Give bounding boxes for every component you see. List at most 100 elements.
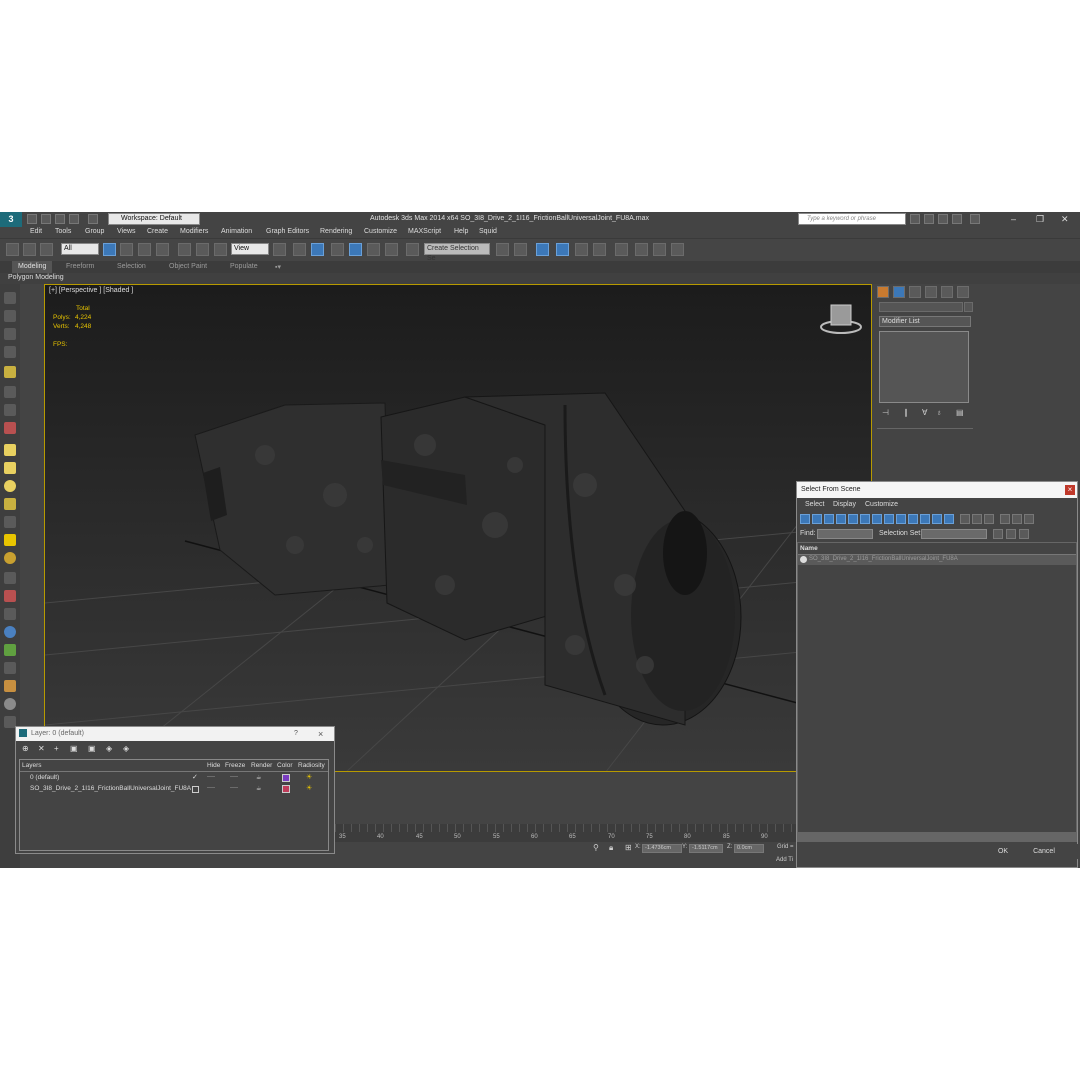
display-bones-icon[interactable] (896, 514, 906, 524)
display-tab-icon[interactable] (941, 286, 953, 298)
menu-squid[interactable]: Squid (479, 228, 497, 235)
x-coordinate-field[interactable]: -1.4736cm (642, 844, 682, 853)
left-tool-icon[interactable] (4, 698, 16, 710)
menu-graph-editors[interactable]: Graph Editors (266, 228, 309, 235)
new-file-icon[interactable] (27, 214, 37, 224)
table-row[interactable]: SO_3I8_Drive_2_1I16_FrictionBallUniversa… (20, 784, 328, 794)
tab-object-paint[interactable]: Object Paint (169, 263, 207, 270)
polygon-modeling-label[interactable]: Polygon Modeling (8, 274, 64, 281)
highlight-layer-icon[interactable]: ▣ (88, 744, 96, 753)
display-xrefs-icon[interactable] (884, 514, 894, 524)
z-coordinate-field[interactable]: 0.0cm (734, 844, 764, 853)
display-frozen-icon[interactable] (920, 514, 930, 524)
viewport-label[interactable]: [+] [Perspective ] [Shaded ] (49, 287, 133, 294)
align-icon[interactable] (514, 243, 527, 256)
render-teapot-icon[interactable]: ☕︎ (256, 774, 261, 781)
bind-space-warp-icon[interactable] (40, 243, 53, 256)
rect-selection-icon[interactable] (138, 243, 151, 256)
menu-customize[interactable]: Customize (865, 501, 898, 508)
add-to-layer-icon[interactable]: + (54, 744, 59, 753)
left-tool-icon[interactable] (4, 572, 16, 584)
tree-icon[interactable] (4, 644, 16, 656)
schematic-view-icon[interactable] (593, 243, 606, 256)
display-all-icon[interactable] (944, 514, 954, 524)
menu-select[interactable]: Select (805, 501, 824, 508)
app-logo-icon[interactable]: 3 (0, 212, 22, 227)
ribbon-options-icon[interactable]: ▪▾ (275, 263, 281, 271)
display-helpers-icon[interactable] (848, 514, 858, 524)
lock-icon[interactable]: 🔒︎ (609, 843, 613, 853)
render-setup-icon[interactable] (635, 243, 648, 256)
material-editor-icon[interactable] (615, 243, 628, 256)
angle-snap-icon[interactable] (349, 243, 362, 256)
light-icon[interactable] (4, 366, 16, 378)
move-icon[interactable] (178, 243, 191, 256)
create-tab-icon[interactable] (877, 286, 889, 298)
redo-icon[interactable] (88, 214, 98, 224)
radiosity-icon[interactable]: ☀ (306, 773, 312, 781)
left-tool-icon[interactable] (4, 346, 16, 358)
make-unique-icon[interactable]: ∀ (922, 408, 927, 417)
left-tool-icon[interactable] (4, 310, 16, 322)
sync-selection-icon[interactable] (1024, 514, 1034, 524)
sun-icon[interactable] (4, 534, 16, 546)
left-tool-icon[interactable] (4, 462, 16, 474)
left-tool-icon[interactable] (4, 608, 16, 620)
add-to-selection-set-icon[interactable] (1006, 529, 1016, 539)
select-none-icon[interactable] (972, 514, 982, 524)
current-layer-checkbox[interactable] (192, 786, 199, 793)
modify-tab-icon[interactable] (893, 286, 905, 298)
timeline[interactable]: 35 40 45 50 55 60 65 70 75 80 85 90 (335, 824, 797, 842)
left-tool-icon[interactable] (4, 498, 16, 510)
menu-tools[interactable]: Tools (55, 228, 71, 235)
close-icon[interactable]: × (1065, 485, 1075, 495)
menu-help[interactable]: Help (454, 228, 468, 235)
close-icon[interactable]: ✕ (1061, 214, 1069, 225)
help-icon[interactable]: ? (294, 727, 298, 741)
menu-create[interactable]: Create (147, 228, 168, 235)
column-freeze[interactable]: Freeze (225, 762, 245, 769)
pivot-center-icon[interactable] (273, 243, 286, 256)
left-tool-icon[interactable] (4, 328, 16, 340)
y-coordinate-field[interactable]: -1.5117cm (689, 844, 723, 853)
left-tool-icon[interactable] (4, 590, 16, 602)
select-objects-icon[interactable]: ▣ (70, 744, 78, 753)
left-tool-icon[interactable] (4, 552, 16, 564)
unlink-icon[interactable] (23, 243, 36, 256)
configure-sets-icon[interactable]: ▤ (956, 408, 964, 417)
menu-modifiers[interactable]: Modifiers (180, 228, 208, 235)
utilities-tab-icon[interactable] (957, 286, 969, 298)
menu-edit[interactable]: Edit (30, 228, 42, 235)
left-tool-icon[interactable] (4, 680, 16, 692)
timeline-ruler[interactable] (335, 824, 797, 832)
named-selection-dropdown[interactable]: Create Selection Se (424, 243, 490, 262)
add-time-tag-label[interactable]: Add Ti (776, 857, 793, 863)
scale-icon[interactable] (214, 243, 227, 256)
column-hide[interactable]: Hide (207, 762, 220, 769)
layer-color-swatch[interactable] (282, 774, 290, 782)
column-color[interactable]: Color (277, 762, 293, 769)
cancel-button[interactable]: Cancel (1009, 844, 1079, 859)
absolute-mode-icon[interactable]: ⊞ (625, 843, 632, 852)
select-by-name-icon[interactable] (120, 243, 133, 256)
column-render[interactable]: Render (251, 762, 272, 769)
current-layer-check-icon[interactable]: ✓ (192, 773, 198, 781)
display-lights-icon[interactable] (824, 514, 834, 524)
left-tool-icon[interactable] (4, 422, 16, 434)
render-teapot-icon[interactable]: ☕︎ (256, 785, 261, 792)
link-icon[interactable] (6, 243, 19, 256)
mirror-icon[interactable] (496, 243, 509, 256)
display-containers-icon[interactable] (908, 514, 918, 524)
spinner-snap-icon[interactable] (385, 243, 398, 256)
show-end-result-icon[interactable]: ∥ (904, 408, 908, 417)
edit-named-selection-icon[interactable] (406, 243, 419, 256)
open-file-icon[interactable] (41, 214, 51, 224)
workspace-dropdown[interactable]: Workspace: Default (108, 213, 200, 225)
star-icon[interactable] (952, 214, 962, 224)
snaps-toggle-icon[interactable] (331, 243, 344, 256)
tab-selection[interactable]: Selection (117, 263, 146, 270)
modifier-stack[interactable] (879, 331, 969, 403)
selection-set-dropdown[interactable] (921, 529, 987, 539)
save-file-icon[interactable] (55, 214, 65, 224)
key-lock-icon[interactable]: ⚲ (593, 843, 599, 852)
